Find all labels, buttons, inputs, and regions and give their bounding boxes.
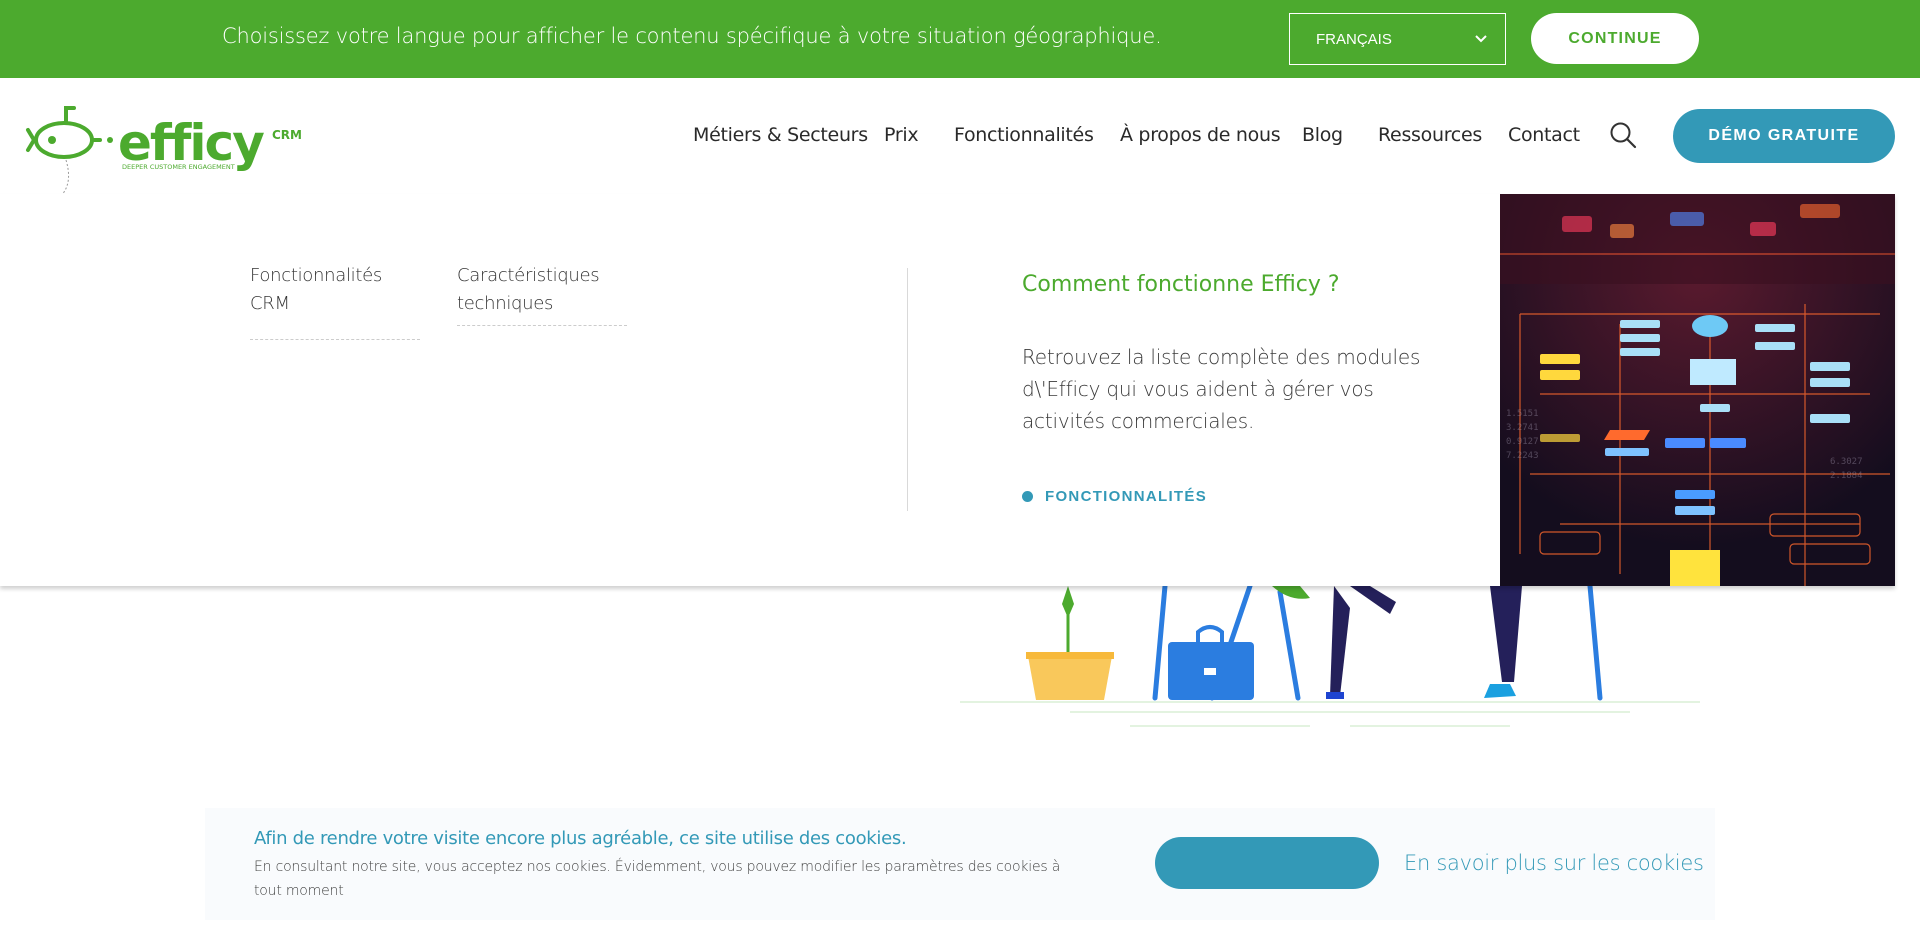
promo-link[interactable]: FONCTIONNALITÉS [1022, 488, 1207, 505]
submenu-link-label: Caractéristiques techniques [457, 265, 600, 314]
svg-text:6.3027: 6.3027 [1830, 457, 1863, 467]
promo-image: 1.5151 3.2741 0.9127 7.2243 6.3027 2.188… [1500, 194, 1895, 586]
submenu-link-underline [250, 339, 420, 340]
nav-item-metiers[interactable]: Métiers & Secteurs [693, 124, 868, 146]
bullet-dot-icon [1022, 491, 1033, 502]
continue-button[interactable]: CONTINUE [1531, 13, 1699, 64]
cookie-accept-button[interactable] [1155, 837, 1379, 889]
nav-item-a-propos[interactable]: À propos de nous [1120, 124, 1281, 146]
nav-item-prix[interactable]: Prix [884, 124, 919, 146]
mega-menu-divider [907, 268, 908, 511]
nav-item-fonctionnalites[interactable]: Fonctionnalités [954, 124, 1094, 146]
cookie-title: Afin de rendre votre visite encore plus … [254, 828, 907, 849]
svg-text:2.1884: 2.1884 [1830, 471, 1863, 481]
nav-item-contact[interactable]: Contact [1508, 124, 1580, 146]
svg-text:0.9127: 0.9127 [1506, 437, 1539, 447]
promo-link-label: FONCTIONNALITÉS [1045, 488, 1207, 505]
language-bar: Choisissez votre langue pour afficher le… [0, 0, 1920, 78]
nav-item-blog[interactable]: Blog [1302, 124, 1343, 146]
svg-text:1.5151: 1.5151 [1506, 409, 1539, 419]
promo-text: Retrouvez la liste complète des modules … [1022, 345, 1421, 433]
svg-text:7.2243: 7.2243 [1506, 451, 1539, 461]
language-select-value: FRANÇAIS [1316, 30, 1392, 48]
submenu-link-caracteristiques[interactable]: Caractéristiques techniques [457, 262, 627, 326]
submenu-link-label: Fonctionnalités CRM [250, 265, 382, 314]
nav-item-ressources[interactable]: Ressources [1378, 124, 1482, 146]
cookie-more-link[interactable]: En savoir plus sur les cookies [1404, 851, 1704, 875]
promo-title[interactable]: Comment fonctionne Efficy ? [1022, 272, 1340, 297]
chevron-down-icon [1475, 35, 1487, 43]
submenu-link-fonctionnalites-crm[interactable]: Fonctionnalités CRM [250, 262, 420, 340]
flowchart-image: 1.5151 3.2741 0.9127 7.2243 6.3027 2.188… [1500, 194, 1895, 586]
logo-suffix: CRM [272, 128, 302, 142]
submenu-link-underline [457, 325, 627, 326]
language-message: Choisissez votre langue pour afficher le… [222, 24, 1162, 48]
logo-tagline: DEEPER CUSTOMER ENGAGEMENT [122, 163, 235, 171]
demo-button[interactable]: DÉMO GRATUITE [1673, 109, 1895, 163]
svg-text:3.2741: 3.2741 [1506, 423, 1539, 433]
cookie-text: En consultant notre site, vous acceptez … [254, 859, 1061, 899]
search-icon[interactable] [1609, 121, 1637, 149]
office-illustration [960, 586, 1700, 727]
language-select[interactable]: FRANÇAIS [1289, 13, 1506, 65]
